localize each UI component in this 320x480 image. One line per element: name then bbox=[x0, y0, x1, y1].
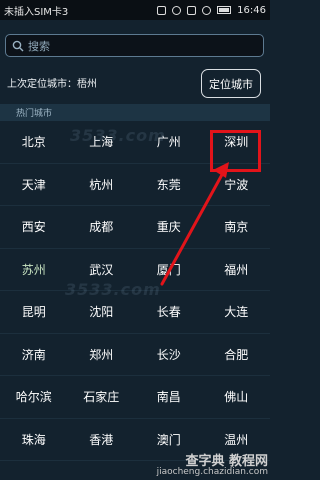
watermark-url: jiaocheng.chazidian.com bbox=[156, 467, 268, 477]
annotation-arrow bbox=[160, 162, 229, 286]
site-watermark: 查字典 教程网 jiaocheng.chazidian.com bbox=[156, 454, 268, 478]
watermark-brand: 查字典 教程网 bbox=[185, 454, 268, 469]
